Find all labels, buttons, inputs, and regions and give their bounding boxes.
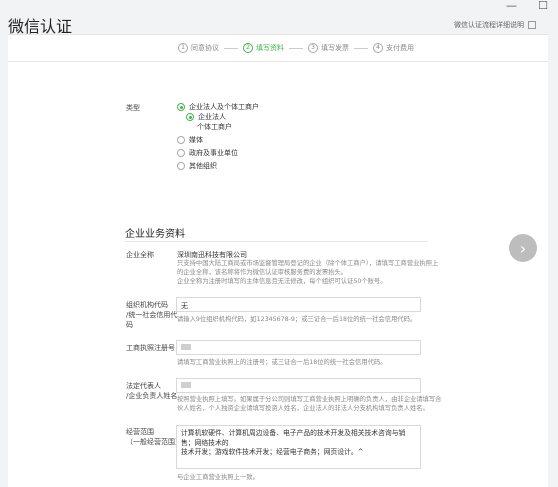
org-code-input[interactable]: 无 (176, 297, 421, 312)
business-scope-label: 经营范围 （一般经营范围） (126, 427, 182, 447)
business-scope-textarea[interactable]: 计算机软硬件、计算机周边设备、电子产品的技术开发及相关技术咨询与销售；网络技术的… (176, 425, 421, 469)
org-code-label: 组织机构代码 /统一社会信用代 码 (126, 300, 177, 330)
full-name-description: 只支持中国大陆工商局或市场监督管理局登记的企业（除个体工商户），请填写工商营业执… (177, 259, 438, 286)
step-divider (354, 47, 368, 49)
radio-icon (177, 162, 185, 170)
radio-label: 企业法人及个体工商户 (189, 103, 259, 111)
radio-media[interactable]: 媒体 (177, 135, 203, 145)
step-label: 填写发票 (321, 44, 349, 52)
step-3: 3 填写发票 (308, 43, 349, 53)
radio-label: 政府及事业单位 (189, 149, 238, 157)
reg-number-description: 请填写工商营业执照上的注册号；或三证合一后18位的统一社会信用代码。 (177, 359, 387, 366)
label-line: 码 (126, 321, 133, 329)
step-divider (289, 47, 303, 49)
maximize-icon[interactable]: ☐ (538, 0, 548, 14)
description-line: 按照营业执照上填写。如果属于分公司则填写工商营业执照上明确的负责人，由非企业请填… (177, 396, 442, 403)
masked-value (181, 382, 191, 388)
description-line: 伙人姓名，个人独资企业请填写投资人姓名，企业法人的非法人分支机构填写负责人姓名。 (177, 405, 429, 412)
description-line: 企业全称为注册时填写的主体信息且无法修改，每个组织可认证50个账号。 (177, 278, 387, 285)
step-4: 4 支付费用 (373, 43, 414, 53)
main-card: 1 同意协议 2 填写资料 3 填写发票 4 支付费用 类型 企业法人及个体工商… (8, 34, 548, 487)
step-label: 同意协议 (191, 44, 219, 52)
label-line: /企业负责人姓名 (126, 392, 178, 400)
step-2: 2 填写资料 (243, 43, 284, 53)
step-label: 填写资料 (256, 44, 284, 52)
radio-other-org[interactable]: 其他组织 (177, 161, 217, 171)
reg-number-label: 工商执照注册号 (126, 344, 175, 352)
section-title: 企业业务资料 (125, 229, 185, 240)
minimize-icon[interactable]: — (506, 0, 517, 14)
full-name-label: 企业全称 (126, 251, 154, 259)
radio-label: 媒体 (189, 136, 203, 144)
textarea-line: 计算机软硬件、计算机周边设备、电子产品的技术开发及相关技术咨询与销售；网络技术的 (181, 429, 406, 447)
radio-selected-icon (186, 113, 194, 121)
step-number: 1 (178, 43, 188, 53)
org-code-description: 请输入9位组织机构代码，如12345678-9；或三证合一后18位的统一社会信用… (177, 316, 417, 323)
radio-enterprise-legal[interactable]: 企业法人 (186, 112, 226, 122)
step-progress: 1 同意协议 2 填写资料 3 填写发票 4 支付费用 (178, 43, 414, 53)
label-line: /统一社会信用代 (126, 311, 178, 319)
legal-rep-input[interactable] (176, 378, 421, 393)
business-scope-description: 与企业工商营业执照上一致。 (177, 474, 259, 481)
description-line: 的企业全称，该名称将作为微信认证审核服务费的发票抬头。 (177, 269, 348, 276)
divider (8, 61, 548, 62)
step-number: 4 (373, 43, 383, 53)
step-number: 2 (243, 43, 253, 53)
step-label: 支付费用 (386, 44, 414, 52)
type-label: 类型 (126, 104, 140, 112)
next-page-button[interactable]: › (509, 234, 537, 262)
divider (125, 241, 428, 242)
label-line: 法定代表人 (126, 382, 161, 390)
radio-government[interactable]: 政府及事业单位 (177, 148, 238, 158)
textarea-line: 技术开发；游戏软件技术开发；经营电子商务；网页设计。^ (181, 448, 364, 456)
radio-label: 其他组织 (189, 162, 217, 170)
label-line: （一般经营范围） (126, 438, 182, 446)
radio-enterprise-individual[interactable]: 企业法人及个体工商户 (177, 102, 259, 112)
window-controls: — ☐ (506, 0, 548, 14)
radio-label: 企业法人 (198, 113, 226, 121)
label-line: 经营范围 (126, 428, 154, 436)
description-line: 只支持中国大陆工商局或市场监督管理局登记的企业（除个体工商户），请填写工商营业执… (177, 260, 439, 267)
masked-value (181, 344, 191, 350)
label-line: 组织机构代码 (126, 301, 168, 309)
legal-rep-description: 按照营业执照上填写。如果属于分公司则填写工商营业执照上明确的负责人，由非企业请填… (177, 395, 441, 413)
step-divider (224, 47, 238, 49)
sub-option-individual[interactable]: 个体工商户 (197, 122, 232, 132)
chevron-right-icon: › (519, 238, 527, 258)
reg-number-input[interactable] (176, 340, 421, 355)
document-icon (528, 21, 536, 29)
radio-icon (177, 136, 185, 144)
step-number: 3 (308, 43, 318, 53)
step-1: 1 同意协议 (178, 43, 219, 53)
radio-selected-icon (177, 103, 185, 111)
radio-icon (177, 149, 185, 157)
legal-rep-label: 法定代表人 /企业负责人姓名 (126, 381, 177, 401)
help-link-label: 微信认证流程详细说明 (454, 21, 524, 29)
help-link[interactable]: 微信认证流程详细说明 (454, 20, 536, 30)
